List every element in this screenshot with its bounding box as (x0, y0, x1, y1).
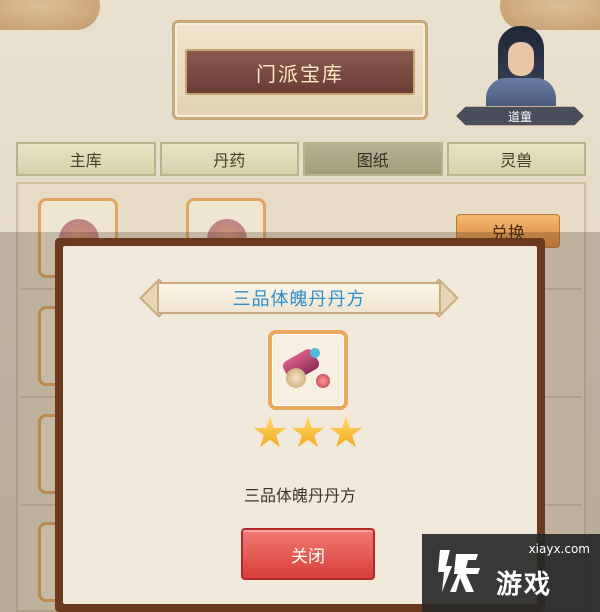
page-title: 门派宝库 (185, 49, 415, 95)
gem-icon (316, 374, 330, 388)
star-icon (329, 416, 363, 447)
item-name: 三品体魄丹丹方 (243, 486, 356, 505)
tab-pills[interactable]: 丹药 (159, 142, 299, 176)
item-icon-frame (268, 330, 348, 410)
tab-main[interactable]: 主库 (16, 142, 156, 176)
site-watermark: xiayx.com 游戏 (422, 534, 600, 612)
close-button[interactable]: 关闭 (241, 528, 375, 580)
tab-bar: 主库 丹药 图纸 灵兽 (16, 142, 586, 176)
gem-icon (310, 348, 320, 358)
dialog-title-bar: 三品体魄丹丹方 (139, 278, 459, 318)
watermark-url: xiayx.com (528, 542, 590, 556)
star-rating (253, 416, 363, 450)
header-banner: 门派宝库 (172, 20, 428, 120)
dialog-title: 三品体魄丹丹方 (232, 289, 366, 310)
character-name: 道童 (456, 106, 584, 126)
star-icon (291, 416, 325, 447)
watermark-text: 游戏 (496, 570, 553, 600)
site-logo-icon (438, 550, 480, 592)
cloud-ornament-left (0, 0, 100, 30)
character-portrait[interactable]: 道童 (456, 22, 584, 128)
tab-blueprints[interactable]: 图纸 (303, 142, 443, 176)
character-face (508, 42, 534, 76)
star-icon (253, 416, 287, 447)
tab-beasts[interactable]: 灵兽 (446, 142, 586, 176)
